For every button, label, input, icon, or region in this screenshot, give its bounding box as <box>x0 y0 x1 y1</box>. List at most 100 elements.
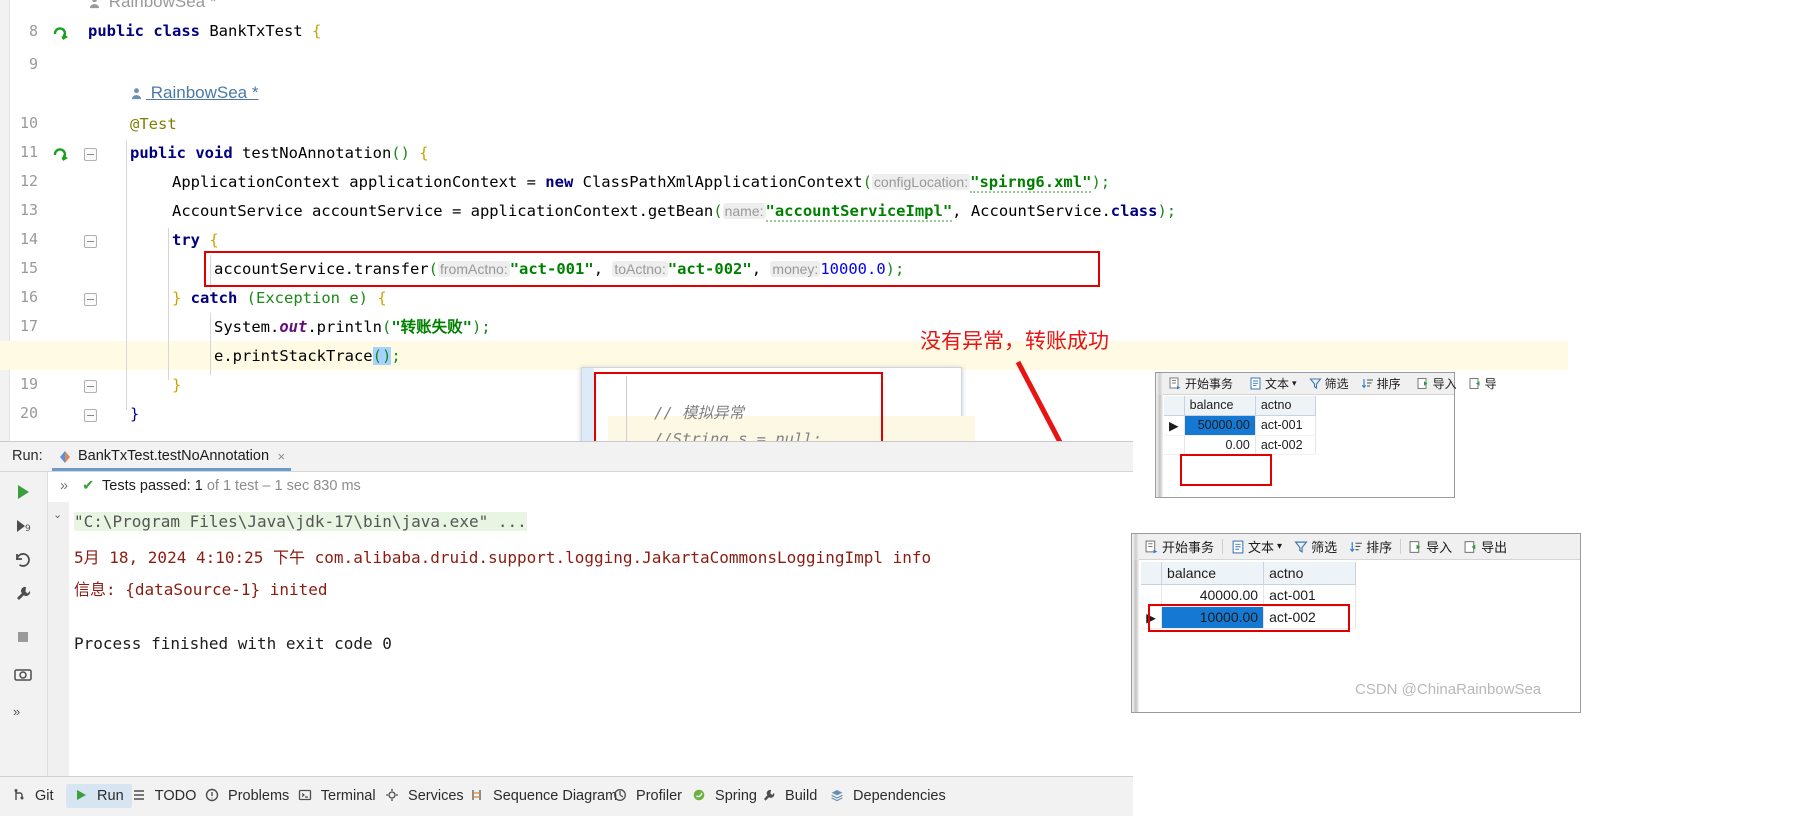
code-author-top-label: RainbowSea * <box>108 0 217 11</box>
status-bar-dependencies[interactable]: Dependencies <box>830 788 946 804</box>
code-token: () <box>391 144 410 162</box>
cell-balance[interactable]: 40000.00 <box>1161 584 1265 607</box>
run-test-gutter-icon[interactable] <box>52 145 70 163</box>
stop-icon[interactable] <box>13 627 33 647</box>
code-token: "act-002" <box>667 260 752 278</box>
status-bar-problems[interactable]: Problems <box>205 788 289 804</box>
db-sort-button[interactable]: 排序 <box>1343 537 1398 557</box>
console-fold-strip[interactable]: ⌄ <box>48 502 69 777</box>
line-number: 11 <box>19 143 38 161</box>
status-bar-sequence-diagram[interactable]: Sequence Diagram <box>470 788 617 804</box>
expand-chevron-icon[interactable]: » <box>60 478 68 494</box>
rerun-icon[interactable] <box>13 482 33 502</box>
status-bar-todo[interactable]: TODO <box>132 788 196 804</box>
chevron-down-icon[interactable]: ▾ <box>1277 541 1282 552</box>
code-token: public void <box>130 144 242 162</box>
tests-passed-detail: of 1 test – 1 sec 830 ms <box>202 478 361 494</box>
bottom-status-bar[interactable]: Git Run TODO Problems Terminal Services … <box>0 776 1133 816</box>
cell-balance[interactable]: 0.00 <box>1184 435 1256 455</box>
db-toolbar-before[interactable]: 开始事务 文本 ▾ 筛选 排序 导入 导 <box>1163 373 1497 395</box>
db-start-transaction-button[interactable]: 开始事务 <box>1139 537 1220 557</box>
db-toolbar-after[interactable]: 开始事务 文本 ▾ 筛选 排序 导入 导出 <box>1139 534 1580 560</box>
code-token: "act-001" <box>509 260 594 278</box>
todo-icon <box>134 790 144 800</box>
column-header-actno[interactable]: actno <box>1263 562 1356 585</box>
status-bar-run[interactable]: Run <box>66 784 132 808</box>
column-header-balance[interactable]: balance <box>1184 396 1256 416</box>
rerun-failed-icon[interactable] <box>13 550 33 570</box>
run-toolbar-sidebar[interactable]: 9 » <box>0 472 48 777</box>
spring-icon <box>693 789 705 801</box>
chevron-down-icon[interactable]: ⌄ <box>53 508 62 521</box>
run-tab-bar[interactable]: Run: BankTxTest.testNoAnnotation × <box>0 442 1133 472</box>
code-author-link[interactable]: RainbowSea * <box>130 83 258 103</box>
chevron-down-icon[interactable]: ▾ <box>1292 378 1297 389</box>
code-author-annotation: RainbowSea * <box>88 0 216 12</box>
sort-icon <box>1350 541 1363 552</box>
status-bar-services[interactable]: Services <box>385 788 464 804</box>
parameter-hint: configLocation: <box>871 174 971 190</box>
db-import-button[interactable]: 导入 <box>1411 374 1463 394</box>
code-token: ; <box>391 347 401 365</box>
run-tab-banktxtest[interactable]: BankTxTest.testNoAnnotation × <box>52 444 292 471</box>
parameter-hint: toActno: <box>612 261 668 277</box>
status-bar-profiler[interactable]: Profiler <box>613 788 682 804</box>
code-token: "spirng6.xml" <box>970 173 1092 193</box>
check-icon: ✔ <box>82 478 95 494</box>
cell-actno[interactable]: act-002 <box>1263 606 1356 629</box>
db-result-panel-before[interactable]: 开始事务 文本 ▾ 筛选 排序 导入 导 balance actno ▶ 500… <box>1155 372 1497 498</box>
db-grid-after[interactable]: balance actno 40000.00 act-001 ▶ 10000.0… <box>1141 562 1356 629</box>
screenshot-icon[interactable] <box>13 664 33 684</box>
panel-grip-vertical[interactable] <box>1156 395 1163 497</box>
db-start-transaction-button[interactable]: 开始事务 <box>1163 374 1239 394</box>
status-bar-build[interactable]: Build <box>762 788 817 804</box>
run-tab-title: BankTxTest.testNoAnnotation <box>78 448 270 464</box>
code-token: try <box>172 231 200 249</box>
debug-icon[interactable]: 9 <box>13 516 33 536</box>
db-text-button[interactable]: 文本 ▾ <box>1243 374 1303 394</box>
db-text-button[interactable]: 文本 ▾ <box>1225 537 1288 557</box>
popup-code-line-1: // 模拟异常 <box>654 404 744 422</box>
line-number: 9 <box>28 55 38 73</box>
editor-gutter[interactable]: 8 9 10 11 12 13 14 15 16 17 18 19 20 <box>10 0 97 452</box>
code-line-8: public class BankTxTest { <box>88 17 321 46</box>
row-marker-header <box>1164 396 1185 416</box>
db-filter-label: 筛选 <box>1311 540 1338 555</box>
status-bar-git[interactable]: Git <box>12 788 54 804</box>
svg-text:9: 9 <box>25 524 31 534</box>
console-line: "C:\Program Files\Java\jdk-17\bin\java.e… <box>74 512 527 531</box>
table-row: ▶ 10000.00 act-002 <box>1141 606 1356 629</box>
db-export-button[interactable]: 导出 <box>1458 537 1513 557</box>
code-token: { <box>311 22 322 40</box>
panel-grip-vertical[interactable] <box>1132 560 1139 712</box>
line-number: 8 <box>28 22 38 40</box>
db-sort-button[interactable]: 排序 <box>1355 374 1407 394</box>
close-icon[interactable]: × <box>277 449 285 464</box>
terminal-icon <box>298 789 312 801</box>
db-import-button[interactable]: 导入 <box>1403 537 1458 557</box>
code-line-15: accountService.transfer(fromActno: "act-0… <box>214 255 904 284</box>
run-test-gutter-icon[interactable] <box>52 24 70 42</box>
code-token: () <box>372 347 392 365</box>
console-output[interactable]: ⌄ "C:\Program Files\Java\jdk-17\bin\java… <box>48 502 1133 777</box>
db-grid-before[interactable]: balance actno ▶ 50000.00 act-001 0.00 ac… <box>1164 396 1317 455</box>
expand-icon[interactable]: » <box>13 704 33 724</box>
column-header-balance[interactable]: balance <box>1161 562 1265 585</box>
settings-wrench-icon[interactable] <box>13 584 33 604</box>
code-token: .println <box>307 318 382 336</box>
db-filter-button[interactable]: 筛选 <box>1288 537 1343 557</box>
run-tool-window[interactable]: Run: BankTxTest.testNoAnnotation × 9 » »… <box>0 441 1133 777</box>
cell-actno[interactable]: act-002 <box>1255 435 1317 455</box>
db-export-button[interactable]: 导 <box>1463 374 1503 394</box>
watermark-label: CSDN @ChinaRainbowSea <box>1355 681 1542 698</box>
cell-actno[interactable]: act-001 <box>1255 415 1317 436</box>
toolbar-separator <box>1400 539 1402 554</box>
status-bar-terminal[interactable]: Terminal <box>298 788 376 804</box>
status-bar-sequence-diagram-label: Sequence Diagram <box>493 788 618 804</box>
db-filter-button[interactable]: 筛选 <box>1303 374 1355 394</box>
cell-balance[interactable]: 50000.00 <box>1184 415 1256 436</box>
status-bar-spring[interactable]: Spring <box>692 788 757 804</box>
column-header-actno[interactable]: actno <box>1255 396 1317 416</box>
cell-balance[interactable]: 10000.00 <box>1161 606 1265 629</box>
cell-actno[interactable]: act-001 <box>1263 584 1356 607</box>
